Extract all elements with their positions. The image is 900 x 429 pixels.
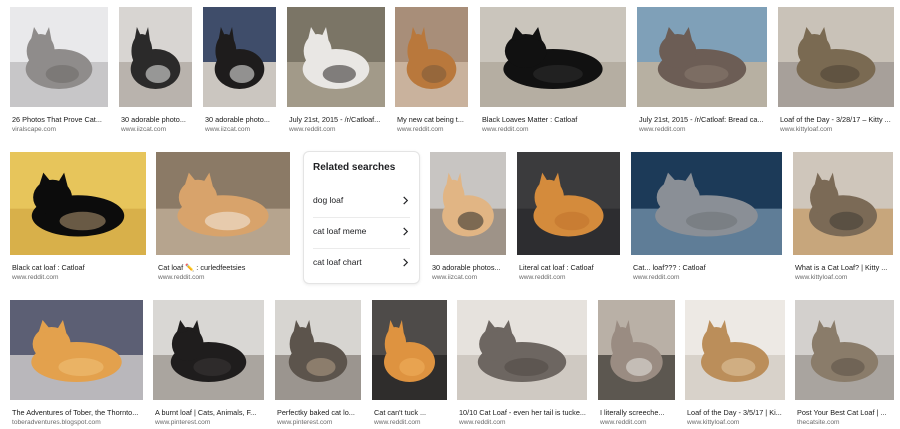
result-caption[interactable]: Cat can't tuck ... bbox=[374, 408, 447, 417]
result-source: www.kittyloaf.com bbox=[687, 419, 740, 426]
related-searches-title: Related searches bbox=[313, 162, 396, 173]
chevron-right-icon bbox=[403, 196, 409, 205]
result-source: thecatsite.com bbox=[797, 419, 840, 426]
cat-image[interactable] bbox=[203, 7, 276, 107]
result-source: www.reddit.com bbox=[12, 274, 59, 281]
result-caption[interactable]: 10/10 Cat Loaf - even her tail is tucke.… bbox=[459, 408, 587, 417]
result-caption[interactable]: Perfectky baked cat lo... bbox=[277, 408, 361, 417]
result-caption[interactable]: Black Loaves Matter : Catloaf bbox=[482, 115, 626, 124]
image-result[interactable]: Cat... loaf??? : Catloaf www.reddit.com bbox=[631, 152, 782, 283]
result-source: www.iizcat.com bbox=[205, 126, 251, 133]
result-source: www.kittyloaf.com bbox=[780, 126, 833, 133]
image-result[interactable]: My new cat being t... www.reddit.com bbox=[395, 7, 468, 135]
result-caption[interactable]: 30 adorable photo... bbox=[121, 115, 192, 124]
cat-image[interactable] bbox=[795, 300, 894, 400]
cat-image[interactable] bbox=[10, 300, 143, 400]
cat-image[interactable] bbox=[480, 7, 626, 107]
image-result[interactable]: 30 adorable photo... www.iizcat.com bbox=[203, 7, 276, 135]
cat-image[interactable] bbox=[685, 300, 785, 400]
related-searches-panel: Related searches dog loaf cat loaf meme … bbox=[303, 151, 420, 284]
image-result[interactable]: The Adventures of Tober, the Thornto... t… bbox=[10, 300, 143, 428]
cat-image[interactable] bbox=[275, 300, 361, 400]
cat-image[interactable] bbox=[430, 152, 506, 255]
image-result[interactable]: A burnt loaf | Cats, Animals, F... www.pi… bbox=[153, 300, 264, 428]
cat-image[interactable] bbox=[156, 152, 290, 255]
image-result[interactable]: Literal cat loaf : Catloaf www.reddit.com bbox=[517, 152, 620, 283]
result-caption[interactable]: Literal cat loaf : Catloaf bbox=[519, 263, 620, 272]
cat-image[interactable] bbox=[119, 7, 192, 107]
image-result[interactable]: Loaf of the Day - 3/28/17 – Kitty ... www… bbox=[778, 7, 894, 135]
result-source: www.reddit.com bbox=[633, 274, 680, 281]
result-source: www.pinterest.com bbox=[277, 419, 333, 426]
cat-image[interactable] bbox=[287, 7, 385, 107]
image-result[interactable]: 26 Photos That Prove Cat... viralscape.co… bbox=[10, 7, 108, 135]
result-source: www.kittyloaf.com bbox=[795, 274, 848, 281]
image-result[interactable]: Cat loaf ✏️ : curledfeetsies www.reddit.c… bbox=[156, 152, 290, 283]
cat-image[interactable] bbox=[153, 300, 264, 400]
related-item-label: cat loaf meme bbox=[313, 226, 367, 236]
image-result[interactable]: What is a Cat Loaf? | Kitty ... www.kitty… bbox=[793, 152, 893, 283]
result-caption[interactable]: The Adventures of Tober, the Thornto... bbox=[12, 408, 143, 417]
cat-image[interactable] bbox=[778, 7, 894, 107]
result-source: viralscape.com bbox=[12, 126, 56, 133]
cat-image[interactable] bbox=[10, 152, 146, 255]
result-source: www.reddit.com bbox=[289, 126, 336, 133]
result-caption[interactable]: Black cat loaf : Catloaf bbox=[12, 263, 146, 272]
result-source: www.reddit.com bbox=[459, 419, 506, 426]
cat-image[interactable] bbox=[793, 152, 893, 255]
related-item-cat-loaf-chart[interactable]: cat loaf chart bbox=[304, 248, 419, 278]
cat-image[interactable] bbox=[457, 300, 587, 400]
cat-image[interactable] bbox=[637, 7, 767, 107]
cat-image[interactable] bbox=[517, 152, 620, 255]
image-result[interactable]: 10/10 Cat Loaf - even her tail is tucke.… bbox=[457, 300, 587, 428]
result-source: www.reddit.com bbox=[397, 126, 444, 133]
image-result[interactable]: Post Your Best Cat Loaf | ... thecatsite.… bbox=[795, 300, 894, 428]
chevron-right-icon bbox=[403, 227, 409, 236]
result-source: www.iizcat.com bbox=[121, 126, 167, 133]
image-result[interactable]: 30 adorable photos... www.iizcat.com bbox=[430, 152, 506, 283]
result-caption[interactable]: 30 adorable photo... bbox=[205, 115, 276, 124]
related-item-cat-loaf-meme[interactable]: cat loaf meme bbox=[304, 217, 419, 247]
result-caption[interactable]: Cat... loaf??? : Catloaf bbox=[633, 263, 782, 272]
image-result[interactable]: Perfectky baked cat lo... www.pinterest.c… bbox=[275, 300, 361, 428]
cat-image[interactable] bbox=[598, 300, 675, 400]
result-caption[interactable]: July 21st, 2015 - /r/Catloaf... bbox=[289, 115, 385, 124]
result-source: www.reddit.com bbox=[482, 126, 529, 133]
result-source: toberadventures.blogspot.com bbox=[12, 419, 101, 426]
result-caption[interactable]: I literally screeche... bbox=[600, 408, 675, 417]
cat-image[interactable] bbox=[631, 152, 782, 255]
image-result[interactable]: Black cat loaf : Catloaf www.reddit.com bbox=[10, 152, 146, 283]
related-item-dog-loaf[interactable]: dog loaf bbox=[304, 186, 419, 216]
image-result[interactable]: July 21st, 2015 - /r/Catloaf... www.reddi… bbox=[287, 7, 385, 135]
result-caption[interactable]: Cat loaf ✏️ : curledfeetsies bbox=[158, 263, 290, 272]
result-caption[interactable]: 26 Photos That Prove Cat... bbox=[12, 115, 108, 124]
result-caption[interactable]: Loaf of the Day - 3/28/17 – Kitty ... bbox=[780, 115, 894, 124]
image-result[interactable]: I literally screeche... www.reddit.com bbox=[598, 300, 675, 428]
result-source: www.reddit.com bbox=[158, 274, 205, 281]
cat-image[interactable] bbox=[372, 300, 447, 400]
cat-image[interactable] bbox=[395, 7, 468, 107]
cat-image[interactable] bbox=[10, 7, 108, 107]
related-item-label: cat loaf chart bbox=[313, 257, 362, 267]
related-item-label: dog loaf bbox=[313, 195, 344, 205]
image-result[interactable]: 30 adorable photo... www.iizcat.com bbox=[119, 7, 192, 135]
result-source: www.pinterest.com bbox=[155, 419, 211, 426]
result-source: www.iizcat.com bbox=[432, 274, 478, 281]
result-caption[interactable]: My new cat being t... bbox=[397, 115, 468, 124]
result-caption[interactable]: What is a Cat Loaf? | Kitty ... bbox=[795, 263, 893, 272]
image-result[interactable]: July 21st, 2015 - /r/Catloaf: Bread ca..… bbox=[637, 7, 767, 135]
result-caption[interactable]: A burnt loaf | Cats, Animals, F... bbox=[155, 408, 264, 417]
result-caption[interactable]: 30 adorable photos... bbox=[432, 263, 506, 272]
result-caption[interactable]: July 21st, 2015 - /r/Catloaf: Bread ca..… bbox=[639, 115, 767, 124]
image-result[interactable]: Loaf of the Day - 3/5/17 | Ki... www.kitt… bbox=[685, 300, 785, 428]
result-source: www.reddit.com bbox=[639, 126, 686, 133]
result-caption[interactable]: Post Your Best Cat Loaf | ... bbox=[797, 408, 894, 417]
result-source: www.reddit.com bbox=[519, 274, 566, 281]
result-source: www.reddit.com bbox=[600, 419, 647, 426]
result-caption[interactable]: Loaf of the Day - 3/5/17 | Ki... bbox=[687, 408, 785, 417]
image-result[interactable]: Black Loaves Matter : Catloaf www.reddit.… bbox=[480, 7, 626, 135]
image-result[interactable]: Cat can't tuck ... www.reddit.com bbox=[372, 300, 447, 428]
chevron-right-icon bbox=[403, 258, 409, 267]
result-source: www.reddit.com bbox=[374, 419, 421, 426]
